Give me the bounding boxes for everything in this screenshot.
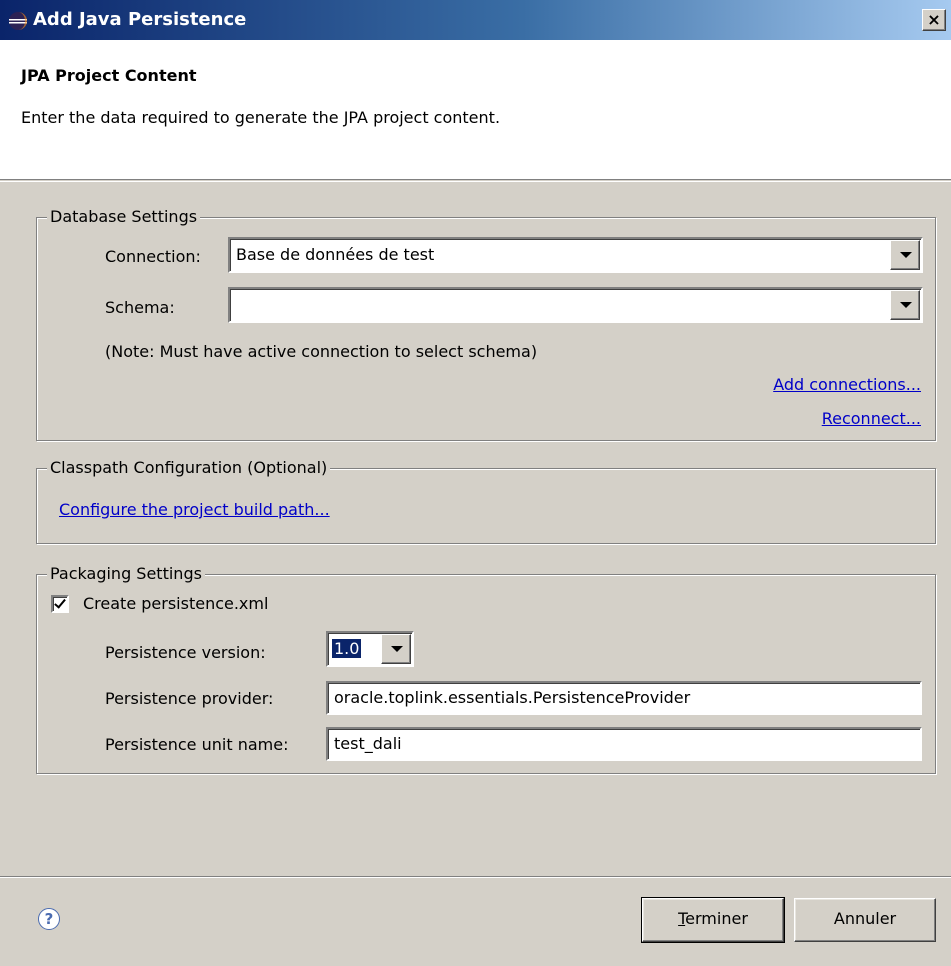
configure-build-path-link[interactable]: Configure the project build path... bbox=[59, 500, 330, 519]
title-bar[interactable]: Add Java Persistence × bbox=[0, 0, 951, 40]
persistence-provider-value: oracle.toplink.essentials.PersistencePro… bbox=[334, 688, 691, 707]
classpath-legend: Classpath Configuration (Optional) bbox=[47, 457, 331, 479]
cancel-button[interactable]: Annuler bbox=[794, 898, 936, 942]
footer-divider bbox=[0, 876, 951, 878]
window-title: Add Java Persistence bbox=[33, 9, 247, 30]
create-persistence-xml-label[interactable]: Create persistence.xml bbox=[83, 594, 268, 613]
schema-dropdown-button[interactable] bbox=[890, 290, 920, 320]
database-settings-group: Database Settings Connection: Base de do… bbox=[36, 206, 936, 441]
connection-value: Base de données de test bbox=[236, 245, 435, 264]
reconnect-link[interactable]: Reconnect... bbox=[822, 409, 921, 428]
persistence-unit-name-value: test_dali bbox=[334, 734, 402, 753]
help-icon[interactable]: ? bbox=[38, 908, 60, 930]
close-button[interactable]: × bbox=[922, 9, 946, 31]
dialog-window: Add Java Persistence × JPA Project Conte… bbox=[0, 0, 951, 966]
chevron-down-icon bbox=[900, 252, 912, 258]
persistence-version-label: Persistence version: bbox=[105, 643, 266, 662]
page-description: Enter the data required to generate the … bbox=[21, 108, 501, 127]
chevron-down-icon bbox=[391, 646, 403, 652]
connection-label: Connection: bbox=[105, 247, 201, 266]
persistence-provider-field[interactable]: oracle.toplink.essentials.PersistencePro… bbox=[326, 681, 922, 715]
version-dropdown-button[interactable] bbox=[381, 634, 411, 664]
schema-combo[interactable] bbox=[228, 287, 923, 323]
packaging-settings-legend: Packaging Settings bbox=[47, 563, 205, 585]
packaging-settings-group: Packaging Settings Create persistence.xm… bbox=[36, 563, 936, 774]
header-divider bbox=[0, 181, 951, 182]
persistence-version-combo[interactable]: 1.0 bbox=[326, 631, 414, 667]
add-connections-link[interactable]: Add connections... bbox=[773, 375, 921, 394]
persistence-unit-name-label: Persistence unit name: bbox=[105, 735, 289, 754]
chevron-down-icon bbox=[900, 302, 912, 308]
connection-dropdown-button[interactable] bbox=[890, 240, 920, 270]
eclipse-icon bbox=[9, 12, 27, 30]
checkmark-icon bbox=[54, 596, 66, 609]
page-title: JPA Project Content bbox=[21, 66, 197, 85]
wizard-header: JPA Project Content Enter the data requi… bbox=[0, 40, 951, 180]
schema-label: Schema: bbox=[105, 298, 175, 317]
schema-note: (Note: Must have active connection to se… bbox=[105, 342, 538, 361]
finish-label: erminer bbox=[685, 909, 748, 928]
persistence-unit-name-field[interactable]: test_dali bbox=[326, 727, 922, 761]
database-settings-legend: Database Settings bbox=[47, 206, 201, 228]
finish-button[interactable]: Terminer bbox=[641, 897, 785, 943]
persistence-version-value: 1.0 bbox=[330, 638, 363, 659]
create-persistence-xml-checkbox[interactable] bbox=[51, 595, 69, 613]
classpath-group: Classpath Configuration (Optional) Confi… bbox=[36, 457, 936, 544]
connection-combo[interactable]: Base de données de test bbox=[228, 237, 923, 273]
persistence-provider-label: Persistence provider: bbox=[105, 689, 274, 708]
